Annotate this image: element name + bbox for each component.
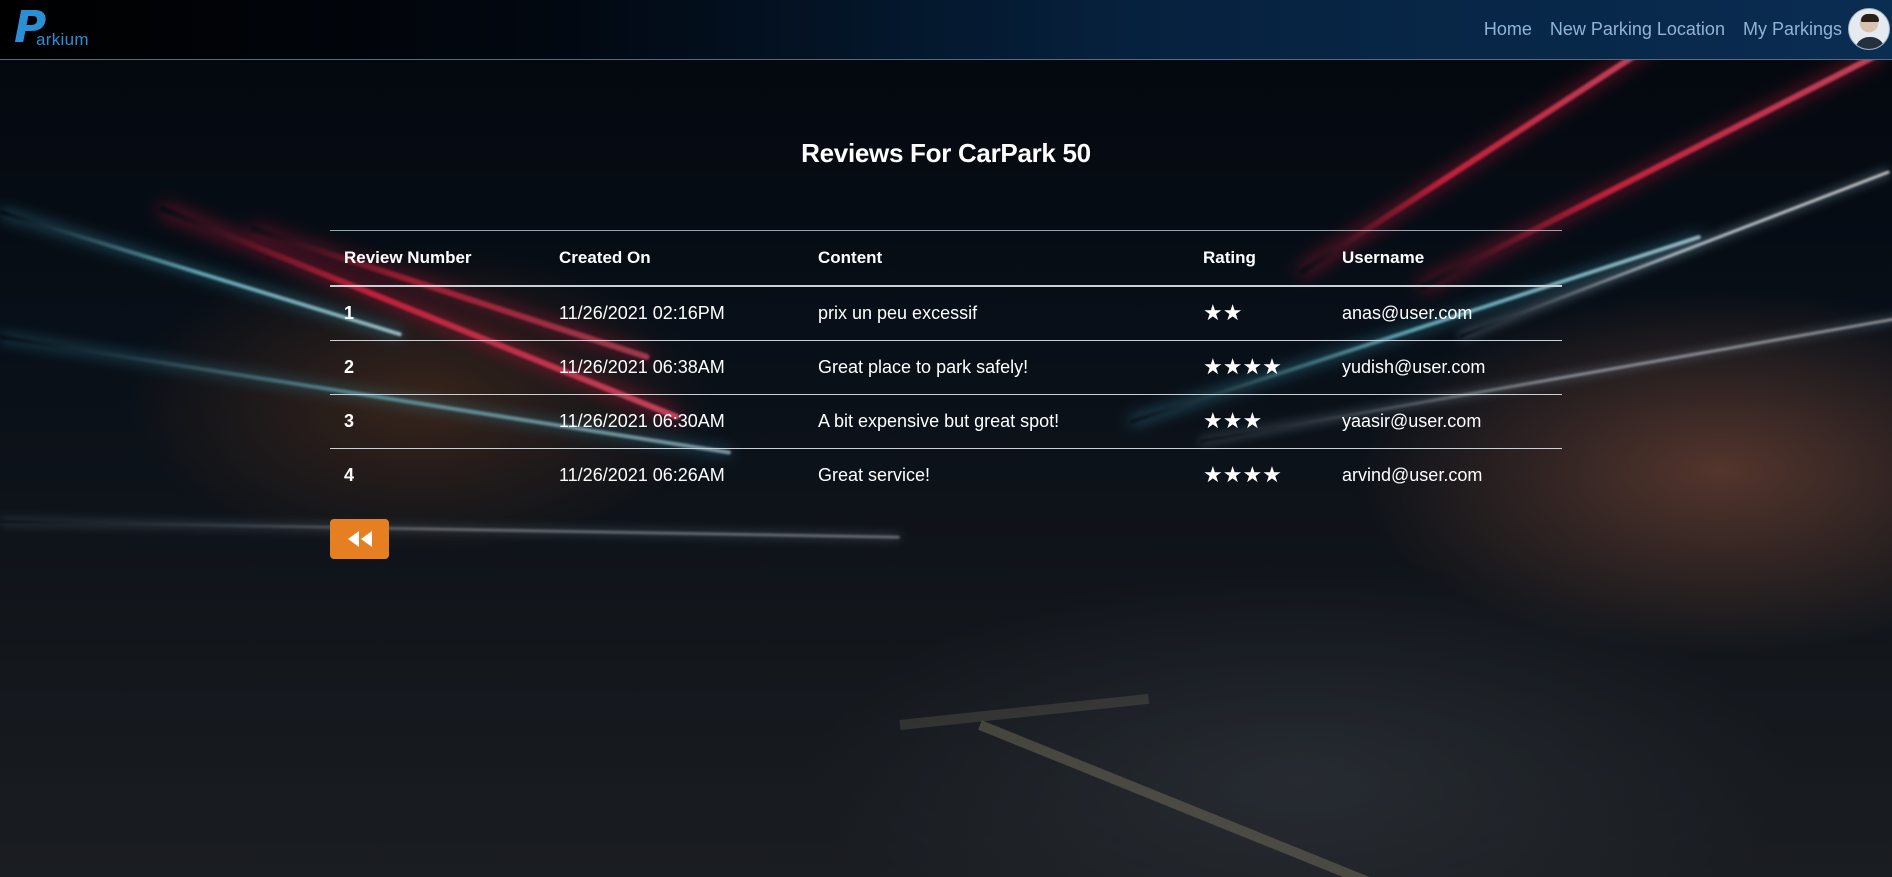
review-number: 4 bbox=[344, 465, 355, 485]
reviews-table: Review Number Created On Content Rating … bbox=[330, 230, 1562, 502]
review-number: 2 bbox=[330, 340, 545, 395]
star-icon: ★★★★ bbox=[1203, 462, 1282, 487]
header-created-on: Created On bbox=[559, 248, 651, 267]
back-button[interactable] bbox=[330, 519, 389, 559]
created-on: 11/26/2021 02:16PM bbox=[545, 286, 804, 341]
star-icon: ★★★ bbox=[1203, 408, 1263, 433]
table-row: 2 11/26/2021 06:38AM Great place to park… bbox=[330, 340, 1562, 395]
review-username: arvind@user.com bbox=[1342, 465, 1483, 485]
review-content: A bit expensive but great spot! bbox=[804, 394, 1189, 449]
logo-text: arkium bbox=[36, 30, 89, 49]
review-content: Great service! bbox=[818, 465, 931, 485]
review-content: Great place to park safely! bbox=[804, 340, 1189, 395]
header-username: Username bbox=[1342, 248, 1425, 267]
nav-link-home[interactable]: Home bbox=[1484, 19, 1532, 40]
review-username: yudish@user.com bbox=[1328, 340, 1562, 395]
rating-stars: ★★★ bbox=[1189, 394, 1328, 449]
user-avatar-icon[interactable] bbox=[1848, 8, 1890, 50]
created-on: 11/26/2021 06:38AM bbox=[545, 340, 804, 395]
created-on: 11/26/2021 06:26AM bbox=[559, 465, 725, 485]
reviews-table-container: Review Number Created On Content Rating … bbox=[330, 230, 1562, 502]
page-title: Reviews For CarPark 50 bbox=[801, 138, 1091, 168]
star-icon: ★★ bbox=[1203, 300, 1243, 325]
review-number: 1 bbox=[330, 286, 545, 341]
header-content: Content bbox=[818, 248, 883, 267]
review-content: prix un peu excessif bbox=[804, 286, 1189, 341]
star-icon: ★★★★ bbox=[1203, 354, 1282, 379]
nav-links: Home New Parking Location My Parkings bbox=[1484, 0, 1842, 58]
table-row: 4 11/26/2021 06:26AM Great service! ★★★★… bbox=[330, 449, 1562, 503]
header-rating: Rating bbox=[1203, 248, 1256, 267]
navbar: P arkium Home New Parking Location My Pa… bbox=[0, 0, 1892, 60]
nav-link-my-parkings[interactable]: My Parkings bbox=[1743, 19, 1842, 40]
rating-stars: ★★★★ bbox=[1189, 340, 1328, 395]
review-number: 3 bbox=[330, 394, 545, 449]
header-review-number: Review Number bbox=[344, 248, 472, 267]
nav-link-new-parking-location[interactable]: New Parking Location bbox=[1550, 19, 1725, 40]
table-header-row: Review Number Created On Content Rating … bbox=[330, 230, 1562, 286]
brand-logo[interactable]: P arkium bbox=[14, 4, 94, 52]
review-username: anas@user.com bbox=[1328, 286, 1562, 341]
fast-backward-icon bbox=[347, 531, 372, 547]
created-on: 11/26/2021 06:30AM bbox=[545, 394, 804, 449]
review-username: yaasir@user.com bbox=[1328, 394, 1562, 449]
table-row: 1 11/26/2021 02:16PM prix un peu excessi… bbox=[330, 286, 1562, 341]
rating-stars: ★★ bbox=[1189, 286, 1328, 341]
table-row: 3 11/26/2021 06:30AM A bit expensive but… bbox=[330, 394, 1562, 449]
rating-stars: ★★★★ bbox=[1189, 449, 1328, 503]
